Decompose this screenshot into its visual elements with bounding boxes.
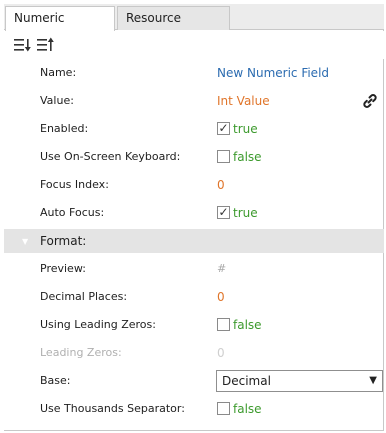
property-panel: Numeric Field✕ Resource Library Name: Ne… bbox=[4, 4, 384, 431]
leading-zeros-label: Leading Zeros: bbox=[40, 346, 122, 359]
auto-focus-checkbox[interactable]: ✓ bbox=[217, 206, 230, 219]
enabled-value: true bbox=[233, 122, 258, 136]
property-row-auto-focus: Auto Focus: ✓ true bbox=[4, 199, 384, 227]
name-value[interactable]: New Numeric Field bbox=[217, 59, 329, 87]
link-icon[interactable] bbox=[362, 93, 378, 109]
property-row-name: Name: New Numeric Field bbox=[4, 59, 384, 87]
tab-numeric-field[interactable]: Numeric Field✕ bbox=[5, 6, 115, 47]
toolbar bbox=[4, 31, 384, 59]
onscreen-keyboard-toggle[interactable]: false bbox=[217, 143, 262, 171]
sort-descending-icon[interactable] bbox=[36, 37, 54, 53]
auto-focus-value: true bbox=[233, 206, 258, 220]
property-row-thousands-separator: Use Thousands Separator: false bbox=[4, 395, 384, 423]
dropdown-arrow-icon[interactable]: ▼ bbox=[369, 371, 377, 391]
base-selected-value: Decimal bbox=[222, 374, 271, 388]
focus-index-label: Focus Index: bbox=[40, 178, 109, 191]
format-section-title: Format: bbox=[40, 234, 87, 248]
onscreen-keyboard-value: false bbox=[233, 150, 262, 164]
leading-zeros-value: 0 bbox=[217, 346, 225, 360]
using-leading-zeros-checkbox[interactable] bbox=[217, 318, 230, 331]
using-leading-zeros-value: false bbox=[233, 318, 262, 332]
thousands-separator-value: false bbox=[233, 402, 262, 416]
value-label: Value: bbox=[40, 94, 74, 107]
enabled-toggle[interactable]: ✓ true bbox=[217, 115, 258, 143]
collapse-caret-icon[interactable]: ▼ bbox=[22, 237, 28, 246]
decimal-places-label: Decimal Places: bbox=[40, 290, 128, 303]
property-row-using-leading-zeros: Using Leading Zeros: false bbox=[4, 311, 384, 339]
enabled-checkbox[interactable]: ✓ bbox=[217, 122, 230, 135]
onscreen-keyboard-label: Use On-Screen Keyboard: bbox=[40, 150, 181, 163]
value-value[interactable]: Int Value bbox=[217, 87, 270, 115]
onscreen-keyboard-checkbox[interactable] bbox=[217, 150, 230, 163]
property-row-onscreen-keyboard: Use On-Screen Keyboard: false bbox=[4, 143, 384, 171]
preview-value: # bbox=[217, 262, 227, 275]
property-row-focus-index: Focus Index: 0 bbox=[4, 171, 384, 199]
base-label: Base: bbox=[40, 374, 71, 387]
property-row-enabled: Enabled: ✓ true bbox=[4, 115, 384, 143]
using-leading-zeros-label: Using Leading Zeros: bbox=[40, 318, 156, 331]
name-label: Name: bbox=[40, 66, 77, 79]
tab-bar: Numeric Field✕ Resource Library bbox=[4, 4, 384, 47]
format-section-header[interactable]: ▼ Format: bbox=[4, 229, 384, 253]
property-row-value: Value: Int Value bbox=[4, 87, 384, 115]
property-row-decimal-places: Decimal Places: 0 bbox=[4, 283, 384, 311]
property-row-preview: Preview: # bbox=[4, 255, 384, 283]
auto-focus-label: Auto Focus: bbox=[40, 206, 105, 219]
property-row-base: Base: Decimal ▼ bbox=[4, 367, 384, 395]
decimal-places-value[interactable]: 0 bbox=[217, 283, 225, 311]
thousands-separator-label: Use Thousands Separator: bbox=[40, 402, 185, 415]
preview-label: Preview: bbox=[40, 262, 86, 275]
sort-ascending-icon[interactable] bbox=[13, 37, 31, 53]
auto-focus-toggle[interactable]: ✓ true bbox=[217, 199, 258, 227]
using-leading-zeros-toggle[interactable]: false bbox=[217, 311, 262, 339]
thousands-separator-toggle[interactable]: false bbox=[217, 395, 262, 423]
enabled-label: Enabled: bbox=[40, 122, 89, 135]
tab-resource-library[interactable]: Resource Library bbox=[117, 6, 230, 47]
property-row-leading-zeros: Leading Zeros: 0 bbox=[4, 339, 384, 367]
thousands-separator-checkbox[interactable] bbox=[217, 402, 230, 415]
base-select[interactable]: Decimal ▼ bbox=[216, 370, 383, 392]
focus-index-value[interactable]: 0 bbox=[217, 171, 225, 199]
